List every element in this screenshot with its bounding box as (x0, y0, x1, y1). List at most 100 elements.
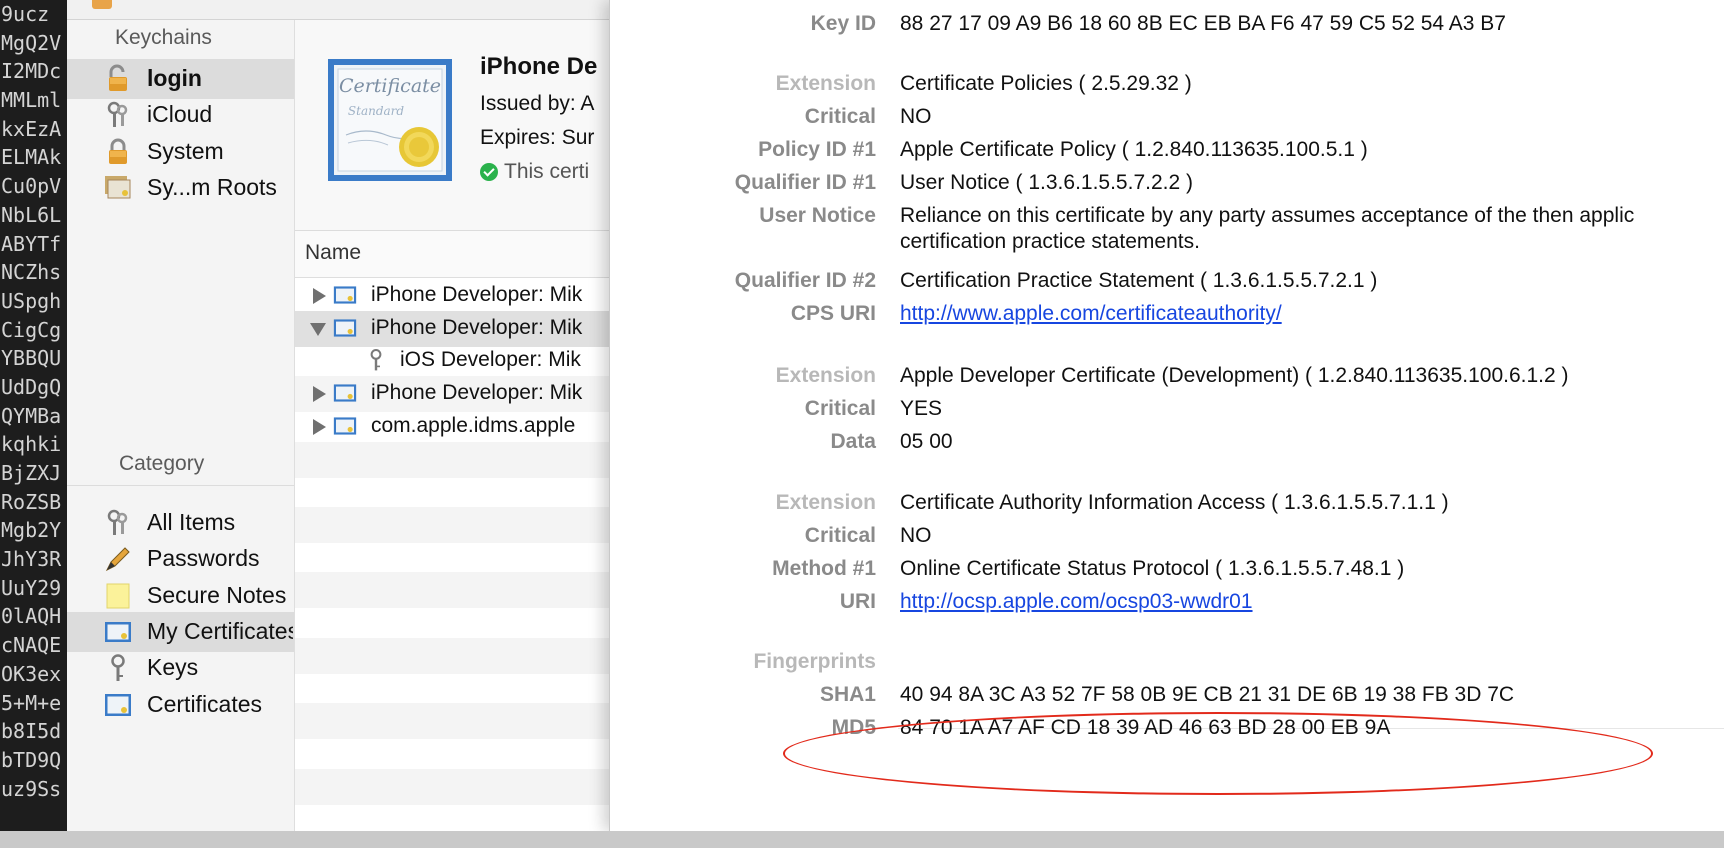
sidebar-item-label: Keys (147, 654, 199, 681)
toolbar-icon[interactable] (92, 0, 112, 9)
sidebar-item-label: iCloud (147, 101, 213, 128)
detail-value: Apple Developer Certificate (Development… (900, 364, 1569, 387)
disclosure-expanded-icon[interactable] (310, 322, 326, 336)
sidebar-item-my-certificates[interactable]: My Certificates (67, 611, 294, 652)
sidebar-item-label: Secure Notes (147, 581, 287, 608)
empty-list-row (295, 670, 627, 706)
terminal-line: cNAQE (1, 633, 62, 658)
column-header-label: Name (305, 241, 362, 264)
sha1-value: 40 94 8A 3C A3 52 7F 58 0B 9E CB 21 31 D… (900, 683, 1515, 706)
sidebar: Keychains login iCloud System Sy...m Roots … (67, 20, 295, 848)
detail-value: 88 27 17 09 A9 B6 18 60 8B EC EB BA F6 4… (900, 12, 1506, 35)
sidebar-item-label: Certificates (147, 690, 263, 717)
detail-label: Data (830, 430, 876, 453)
empty-list-row (295, 637, 627, 674)
empty-list-row (295, 768, 627, 805)
list-item-label: iOS Developer: Mik (400, 348, 581, 372)
sidebar-divider (67, 485, 294, 486)
sidebar-item-sy-m-roots[interactable]: Sy...m Roots (67, 168, 294, 208)
detail-value: Online Certificate Status Protocol ( 1.3… (900, 557, 1405, 580)
detail-label: Critical (804, 524, 876, 547)
keychains-header: Keychains (115, 26, 212, 49)
disclosure-collapsed-icon[interactable] (313, 288, 326, 304)
disclosure-collapsed-icon[interactable] (313, 386, 326, 403)
terminal-line: RoZSB (1, 489, 62, 514)
detail-value: Reliance on this certificate by any part… (900, 204, 1635, 227)
detail-value: User Notice ( 1.3.6.1.5.5.7.2.2 ) (900, 171, 1193, 194)
certificate-status-text: This certi (504, 160, 590, 183)
list-item-label: iPhone Developer: Mik (371, 283, 583, 306)
list-item[interactable]: iPhone Developer: Mik (295, 278, 627, 314)
unlocked-padlock-icon (103, 64, 133, 94)
empty-list-row (295, 736, 627, 772)
padlock-icon (103, 137, 133, 167)
note-icon (103, 581, 133, 611)
sidebar-item-login[interactable]: login (67, 59, 294, 99)
sidebar-item-label: Sy...m Roots (147, 173, 277, 200)
certificate-icon (331, 283, 359, 307)
detail-link[interactable]: http://ocsp.apple.com/ocsp03-wwdr01 (900, 590, 1253, 614)
detail-link-text[interactable]: http://ocsp.apple.com/ocsp03-wwdr01 (900, 590, 1253, 613)
terminal-line: MgQ2V (1, 30, 62, 55)
terminal-line: UdDgQ (1, 374, 62, 399)
terminal-line: 5+M+e (1, 690, 62, 715)
detail-value: NO (900, 524, 932, 547)
terminal-line: JhY3R (1, 547, 62, 572)
terminal-line: b8I5d (1, 719, 62, 744)
keys-icon (103, 100, 133, 130)
terminal-window: 9ucz MgQ2V I2MDc MMLml kxEzA ELMAk Cu0pV NbL6L A… (0, 0, 67, 848)
detail-label: Extension (775, 491, 876, 514)
detail-label: Qualifier ID #1 (734, 171, 876, 194)
disclosure-collapsed-icon[interactable] (313, 418, 326, 435)
list-item[interactable]: iPhone Developer: Mik (295, 376, 627, 413)
detail-label: User Notice (759, 204, 876, 227)
checkmark-icon (480, 163, 498, 181)
terminal-line: QYMBa (1, 403, 62, 428)
detail-link[interactable]: http://www.apple.com/certificateauthorit… (900, 302, 1282, 326)
detail-value: Certification Practice Statement ( 1.3.6… (900, 269, 1378, 292)
certificate-icon-title: Certificate (339, 75, 441, 97)
empty-list-row (295, 605, 627, 641)
terminal-line: 9ucz (1, 2, 50, 26)
content-pane: Certificate Standard iPhone De Issued by… (295, 20, 627, 848)
terminal-line: uz9Ss (1, 776, 62, 801)
empty-list-row (295, 540, 627, 576)
list-item[interactable]: iOS Developer: Mik (295, 343, 627, 379)
column-header-name[interactable]: Name (295, 231, 627, 278)
detail-value: Certificate Authority Information Access… (900, 491, 1449, 514)
list-item[interactable]: iPhone Developer: Mik (295, 310, 627, 347)
sha1-label: SHA1 (819, 683, 876, 706)
sidebar-item-keys[interactable]: Keys (67, 648, 294, 688)
terminal-line: CigCg (1, 317, 62, 342)
certificate-icon (103, 617, 133, 647)
list-item[interactable]: com.apple.idms.apple (295, 409, 627, 445)
sidebar-item-secure-notes[interactable]: Secure Notes (67, 576, 294, 616)
terminal-line: OK3ex (1, 661, 62, 686)
sidebar-item-all-items[interactable]: All Items (67, 503, 294, 543)
sidebar-item-label: My Certificates (147, 617, 293, 644)
detail-label: CPS URI (790, 302, 876, 325)
pencil-icon (103, 544, 133, 574)
keychain-access-window: Keychains login iCloud System Sy...m Roots … (67, 0, 627, 848)
category-header: Category (119, 452, 205, 475)
certificate-title: iPhone De (480, 53, 598, 80)
certificate-stack-icon (103, 173, 133, 203)
detail-link-text[interactable]: http://www.apple.com/certificateauthorit… (900, 302, 1282, 325)
certificate-expiry: Expires: Sur (480, 126, 595, 149)
desktop-bottom-strip (0, 831, 1724, 848)
detail-label: Critical (804, 397, 876, 420)
detail-label: Qualifier ID #2 (734, 269, 876, 292)
certificate-large-icon: Certificate Standard (328, 59, 452, 181)
terminal-line: NCZhs (1, 260, 62, 285)
sidebar-item-system[interactable]: System (67, 132, 294, 172)
detail-value-continued: certification practice statements. (900, 230, 1200, 253)
certificate-status: This certi (480, 160, 589, 184)
sidebar-item-icloud[interactable]: iCloud (67, 95, 294, 135)
certificate-icon (331, 414, 359, 438)
certificate-icon (331, 316, 359, 340)
terminal-line: ABYTf (1, 231, 62, 256)
sidebar-item-certificates[interactable]: Certificates (67, 685, 294, 725)
list-item-label: com.apple.idms.apple (371, 413, 576, 437)
certificate-icon (331, 381, 359, 405)
sidebar-item-passwords[interactable]: Passwords (67, 539, 294, 579)
